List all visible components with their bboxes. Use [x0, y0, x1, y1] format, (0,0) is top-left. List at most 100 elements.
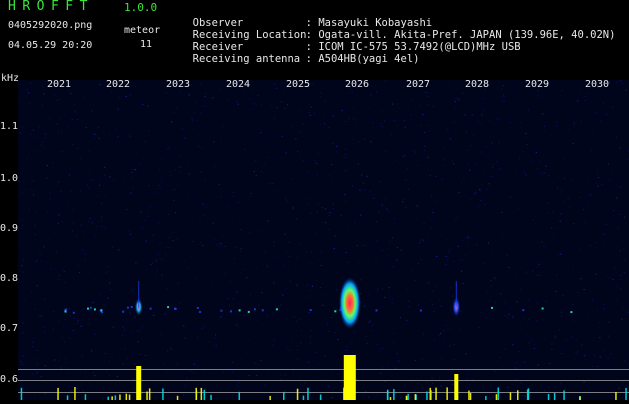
noise-speck	[388, 211, 389, 212]
info-value: A504HB(yagi 4el)	[318, 53, 419, 65]
noise-speck	[604, 308, 605, 309]
level-spike	[269, 396, 271, 400]
noise-speck	[132, 169, 133, 170]
noise-speck	[155, 398, 156, 399]
noise-speck	[555, 291, 556, 292]
noise-speck	[454, 220, 455, 221]
noise-speck	[286, 288, 287, 289]
noise-speck	[20, 132, 21, 133]
noise-speck	[447, 239, 448, 240]
band-speck	[100, 309, 102, 311]
noise-speck	[603, 103, 604, 104]
noise-speck	[209, 341, 210, 342]
noise-speck	[494, 371, 495, 372]
noise-speck	[494, 277, 495, 278]
noise-speck	[382, 209, 383, 210]
noise-speck	[289, 350, 290, 351]
noise-speck	[495, 302, 496, 303]
noise-speck	[337, 152, 338, 153]
noise-speck	[260, 142, 261, 143]
noise-speck	[59, 359, 60, 360]
noise-speck	[130, 290, 131, 291]
noise-speck	[302, 160, 303, 161]
level-spike	[498, 388, 500, 401]
noise-speck	[279, 173, 280, 174]
x-tick-label: 2029	[525, 80, 549, 90]
noise-speck	[419, 242, 420, 243]
noise-speck	[558, 254, 559, 255]
noise-speck	[134, 317, 135, 318]
noise-speck	[320, 124, 321, 125]
noise-speck	[566, 339, 567, 340]
noise-speck	[302, 123, 303, 124]
noise-speck	[191, 118, 192, 119]
noise-speck	[317, 211, 318, 212]
noise-speck	[393, 266, 394, 267]
noise-speck	[33, 194, 34, 195]
noise-speck	[532, 340, 533, 341]
noise-speck	[552, 349, 553, 350]
noise-speck	[311, 251, 312, 252]
noise-speck	[564, 159, 565, 160]
noise-speck	[621, 319, 622, 320]
band-speck	[65, 311, 67, 313]
noise-speck	[578, 292, 579, 293]
noise-speck	[203, 326, 204, 327]
noise-speck	[504, 302, 505, 303]
noise-speck	[423, 241, 424, 242]
noise-speck	[468, 163, 469, 164]
noise-speck	[287, 201, 288, 202]
noise-speck	[42, 104, 43, 105]
noise-speck	[179, 308, 180, 309]
noise-speck	[433, 311, 434, 312]
noise-speck	[528, 109, 529, 110]
noise-speck	[324, 115, 325, 116]
noise-speck	[346, 169, 347, 170]
noise-speck	[353, 109, 354, 110]
noise-speck	[423, 333, 424, 334]
noise-speck	[332, 397, 333, 398]
noise-speck	[148, 185, 149, 186]
noise-speck	[520, 267, 521, 268]
noise-speck	[391, 203, 392, 204]
noise-speck	[88, 188, 89, 189]
noise-speck	[572, 305, 573, 306]
noise-speck	[213, 373, 214, 374]
noise-speck	[529, 343, 530, 344]
noise-speck	[421, 129, 422, 130]
noise-speck	[397, 353, 398, 354]
noise-speck	[512, 317, 513, 318]
noise-speck	[266, 316, 267, 317]
noise-speck	[53, 162, 54, 163]
noise-speck	[441, 386, 442, 387]
level-spike	[129, 395, 131, 401]
noise-speck	[561, 131, 562, 132]
noise-speck	[37, 364, 38, 365]
noise-speck	[196, 360, 197, 361]
noise-speck	[181, 386, 182, 387]
noise-speck	[293, 208, 294, 209]
noise-speck	[289, 256, 290, 257]
noise-speck	[330, 212, 331, 213]
noise-speck	[64, 271, 65, 272]
noise-speck	[26, 159, 27, 160]
noise-speck	[532, 271, 533, 272]
level-spike	[563, 390, 565, 400]
noise-speck	[42, 87, 43, 88]
noise-speck	[133, 388, 134, 389]
noise-speck	[397, 104, 398, 105]
level-spike	[435, 388, 437, 400]
noise-speck	[73, 144, 74, 145]
noise-speck	[560, 95, 561, 96]
noise-speck	[424, 223, 425, 224]
noise-speck	[392, 302, 393, 303]
noise-speck	[432, 377, 433, 378]
noise-speck	[23, 332, 24, 333]
noise-speck	[228, 206, 229, 207]
noise-speck	[21, 241, 22, 242]
noise-speck	[609, 180, 610, 181]
noise-speck	[96, 226, 97, 227]
noise-speck	[89, 273, 90, 274]
noise-speck	[310, 393, 311, 394]
noise-speck	[598, 154, 599, 155]
